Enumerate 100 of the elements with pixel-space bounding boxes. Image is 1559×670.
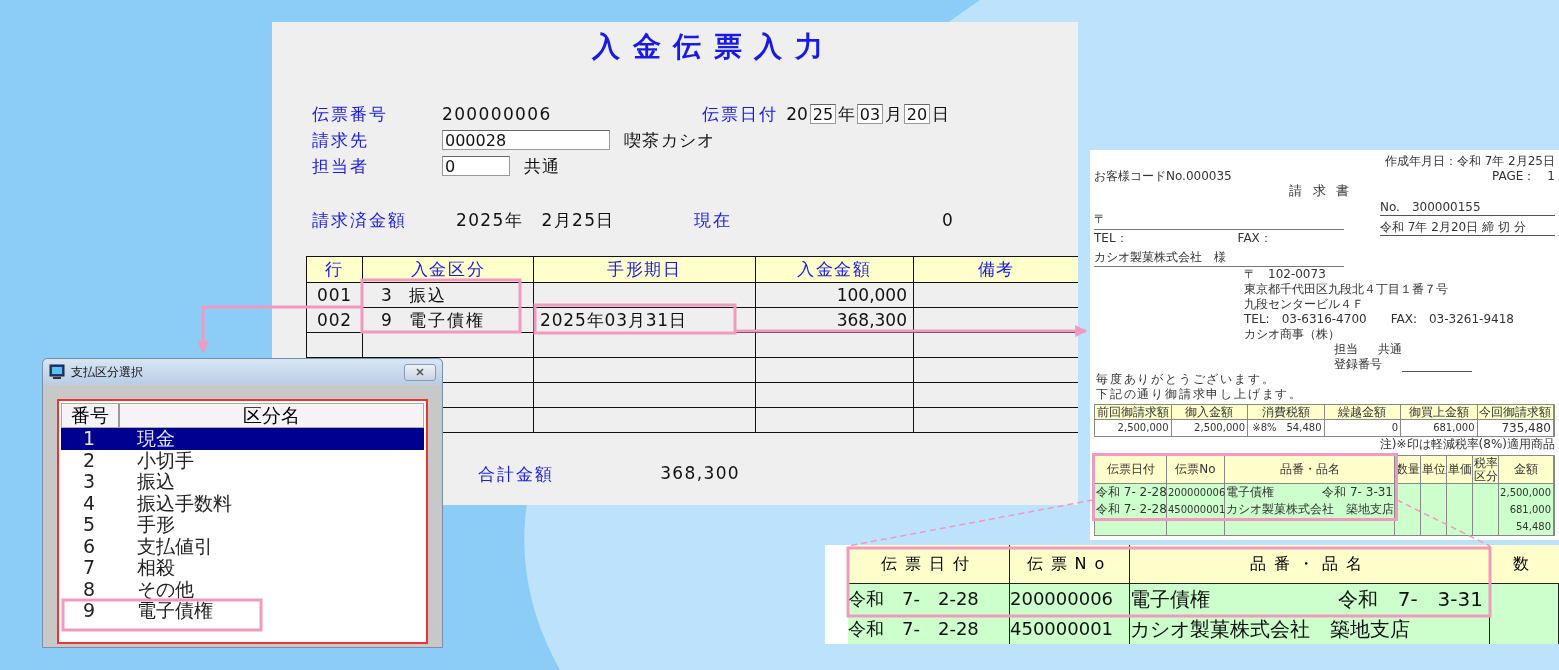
- list-item[interactable]: 6 支払値引: [61, 535, 424, 557]
- list-item[interactable]: 8 その他: [61, 578, 424, 600]
- month-field[interactable]: 03: [856, 104, 883, 124]
- table-cell: 200000006: [1010, 584, 1130, 614]
- field-label: 伝票番号: [312, 102, 390, 126]
- sender-info: カシオ商事（株）: [1244, 327, 1341, 342]
- billed-date: 2025年 2月25日: [456, 208, 616, 232]
- billed-amount: 0: [942, 210, 955, 230]
- table-cell: 002: [307, 308, 363, 333]
- dialog-title: 支払区分選択: [71, 363, 144, 381]
- table-cell: 2,500,000: [1171, 420, 1248, 436]
- table-cell: 100,000: [756, 283, 914, 308]
- sender-info: 〒 102-0073: [1244, 267, 1327, 282]
- column-header: 単価: [1447, 456, 1473, 484]
- customer-code-field[interactable]: 000028: [442, 130, 610, 150]
- table-cell: [1421, 484, 1447, 501]
- table-cell: 368,300: [756, 308, 914, 333]
- list-item[interactable]: 4 振込手数料: [61, 492, 424, 514]
- staff-name: 共通: [524, 154, 561, 178]
- table-cell: 令和 7- 2-28: [1095, 484, 1167, 501]
- table-cell: 681,000: [1499, 501, 1554, 518]
- table-cell: 54,480: [1499, 518, 1554, 535]
- column-header: 今回御請求額: [1477, 405, 1554, 420]
- tel-label: TEL：: [1094, 231, 1128, 246]
- invoice-title: 請求書: [1288, 182, 1361, 200]
- column-header: 行: [307, 257, 363, 283]
- table-cell: 2,500,000: [1499, 484, 1554, 501]
- list-item[interactable]: 3 振込: [61, 471, 424, 493]
- monitor-icon: [49, 364, 65, 380]
- column-header: 数: [1490, 545, 1559, 584]
- staff-name: 共通: [1378, 342, 1402, 357]
- table-cell: 令和 7- 2-28: [1095, 501, 1167, 518]
- column-header: 伝票No: [1010, 545, 1130, 584]
- table-cell: 令和 7- 2-28: [848, 584, 1010, 614]
- invoice-number: No. 300000155: [1380, 200, 1555, 216]
- list-item[interactable]: 7 相殺: [61, 557, 424, 579]
- table-cell: 電子債権 令和 7- 3-31: [1130, 584, 1490, 614]
- table-cell: 2,500,000: [1095, 420, 1172, 436]
- table-cell: 735,480: [1477, 420, 1554, 436]
- list-item[interactable]: 1 現金: [61, 428, 424, 450]
- unit-text: 日: [931, 102, 949, 126]
- table-cell: [1421, 501, 1447, 518]
- total-amount: 368,300: [660, 463, 740, 485]
- table-cell: 681,000: [1401, 420, 1478, 436]
- column-header: 金額: [1499, 456, 1554, 484]
- table-cell: 令和 7- 2-28: [848, 614, 1010, 644]
- customer-code: お客様コードNo.000035: [1094, 169, 1232, 184]
- table-cell: 9 電子債権: [363, 308, 534, 333]
- as-of-label: 現在: [694, 208, 733, 232]
- column-header: 品番・品名: [1225, 456, 1395, 484]
- fax-label: FAX：: [1237, 231, 1272, 246]
- table-cell: 3 振込: [363, 283, 534, 308]
- table-cell: 0: [1324, 420, 1401, 436]
- created-date: 作成年月日：令和 7年 2月25日: [1384, 154, 1555, 169]
- close-button[interactable]: [404, 363, 436, 381]
- table-cell: カシオ製菓株式会社 築地支店: [1225, 501, 1395, 518]
- list-item[interactable]: 9 電子債権: [61, 600, 424, 622]
- column-header: 区分名: [242, 404, 301, 427]
- column-header: 消費税額: [1248, 405, 1325, 420]
- table-cell: 001: [307, 283, 363, 308]
- table-cell: [1447, 484, 1473, 501]
- column-header: 伝票日付: [1095, 456, 1167, 484]
- page-number: PAGE： 1: [1492, 169, 1555, 184]
- postal-mark: 〒: [1094, 212, 1107, 227]
- table-cell: [1490, 584, 1559, 614]
- customer-name: カシオ製菓株式会社 様: [1094, 250, 1226, 264]
- table-cell: 450000001: [1010, 614, 1130, 644]
- field-label: 請求済金額: [312, 208, 409, 232]
- field-label: 担当者: [312, 154, 371, 178]
- customer-name: 喫茶カシオ: [624, 128, 716, 152]
- column-header: 手形期日: [534, 257, 756, 283]
- list-item[interactable]: 2 小切手: [61, 449, 424, 471]
- column-header: 税率区分: [1473, 456, 1499, 484]
- form-title: 入金伝票入力: [592, 29, 836, 65]
- unit-text: 月: [884, 102, 902, 126]
- note-text: 注)※印は軽減税率(8%)適用商品: [1378, 437, 1555, 452]
- greeting-text: 下記の通り御請求申し上げます。: [1096, 387, 1304, 402]
- day-field[interactable]: 20: [903, 104, 930, 124]
- table-cell: カシオ製菓株式会社 築地支店: [1130, 614, 1490, 644]
- unit-text: 年: [837, 102, 855, 126]
- column-header: 単位: [1421, 456, 1447, 484]
- close-icon: [415, 367, 425, 377]
- column-header: 品番・品名: [1130, 545, 1490, 584]
- column-header: 入金区分: [363, 257, 534, 283]
- column-header: 伝票No: [1167, 456, 1225, 484]
- field-label: 伝票日付: [702, 102, 779, 126]
- year-field[interactable]: 25: [809, 104, 836, 124]
- table-cell: 電子債権 令和 7- 3-31: [1225, 484, 1395, 501]
- registration-label: 登録番号: [1334, 357, 1382, 372]
- staff-label: 担当: [1334, 342, 1358, 357]
- total-label: 合計金額: [478, 463, 555, 486]
- column-header: 備考: [914, 257, 1078, 283]
- column-header: 繰越金額: [1324, 405, 1401, 420]
- billing-period: 令和 7年 2月20日 締 切 分: [1380, 220, 1555, 236]
- table-cell: 2025年03月31日: [534, 308, 756, 333]
- sender-info: 東京都千代田区九段北４丁目１番７号: [1244, 282, 1449, 297]
- column-header: 御買上金額: [1401, 405, 1478, 420]
- list-item[interactable]: 5 手形: [61, 514, 424, 536]
- staff-code-field[interactable]: 0: [442, 156, 510, 176]
- table-cell: [1473, 484, 1499, 501]
